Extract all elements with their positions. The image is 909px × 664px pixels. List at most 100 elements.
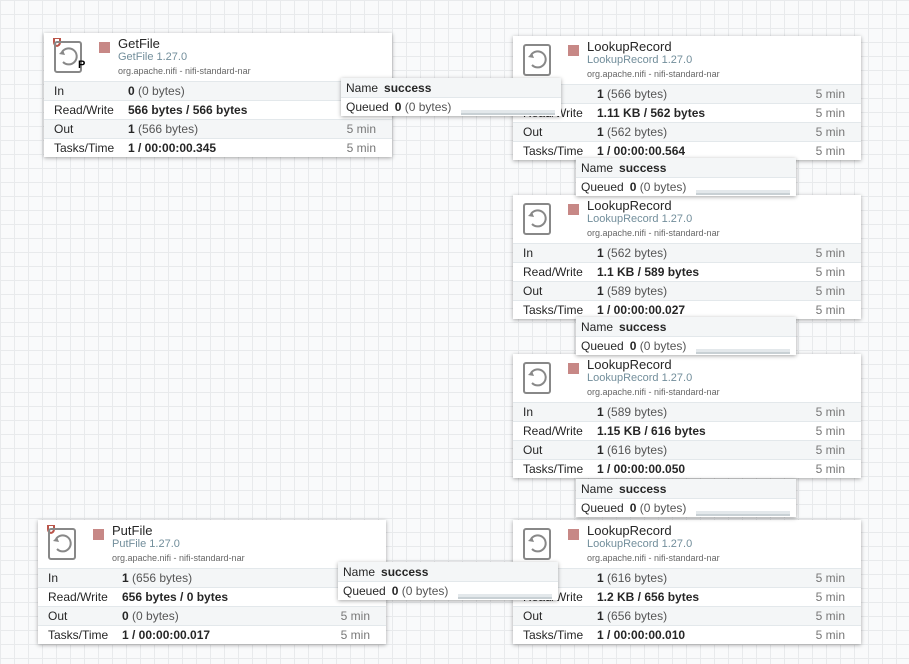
stat-row-out: Out 1 (616 bytes) 5 min bbox=[513, 440, 861, 459]
processor-header: PutFile PutFile 1.27.0 org.apache.nifi -… bbox=[38, 520, 386, 568]
processor-bundle: org.apache.nifi - nifi-standard-nar bbox=[587, 387, 720, 397]
stat-time: 5 min bbox=[815, 144, 845, 158]
processor-type: LookupRecord 1.27.0 bbox=[587, 538, 693, 550]
stat-label: Tasks/Time bbox=[48, 628, 109, 642]
processor-name: LookupRecord bbox=[587, 198, 672, 213]
stat-row-tasks-time: Tasks/Time 1 / 00:00:00.010 5 min bbox=[513, 625, 861, 644]
stat-time: 5 min bbox=[815, 125, 845, 139]
stat-time: 5 min bbox=[346, 141, 376, 155]
stat-value: 1 (566 bytes) bbox=[597, 87, 668, 101]
stat-time: 5 min bbox=[815, 571, 845, 585]
stat-row-in: In 1 (566 bytes) 5 min bbox=[513, 84, 861, 103]
connection-lookup3-to-lookup4[interactable]: Name success Queued 0 (0 bytes) bbox=[576, 479, 796, 517]
queue-size-bar bbox=[696, 514, 790, 516]
stat-row-tasks-time: Tasks/Time 1 / 00:00:00.050 5 min bbox=[513, 459, 861, 478]
processor-getfile[interactable]: P GetFile GetFile 1.27.0 org.apache.nifi… bbox=[44, 33, 392, 157]
stat-time: 5 min bbox=[815, 246, 845, 260]
processor-type: GetFile 1.27.0 bbox=[118, 51, 188, 63]
queue-size-bar bbox=[461, 113, 555, 115]
stat-row-read-write: Read/Write 566 bytes / 566 bytes bbox=[44, 100, 392, 119]
stat-value: 1 / 00:00:00.345 bbox=[128, 141, 217, 155]
stat-label: Out bbox=[523, 284, 543, 298]
stat-value: 1.2 KB / 656 bytes bbox=[597, 590, 700, 604]
processor-lookuprecord-3[interactable]: LookupRecord LookupRecord 1.27.0 org.apa… bbox=[513, 354, 861, 478]
stat-time: 5 min bbox=[815, 106, 845, 120]
stat-label: Read/Write bbox=[48, 590, 108, 604]
stat-label: Tasks/Time bbox=[523, 628, 584, 642]
connection-queued: Queued 0 (0 bytes) bbox=[581, 339, 687, 353]
stat-row-read-write: Read/Write 1.11 KB / 562 bytes 5 min bbox=[513, 103, 861, 122]
stat-value: 1.1 KB / 589 bytes bbox=[597, 265, 700, 279]
stat-label: Out bbox=[523, 443, 543, 457]
connection-queued: Queued 0 (0 bytes) bbox=[581, 180, 687, 194]
processor-icon bbox=[523, 528, 551, 560]
stat-value: 1 / 00:00:00.017 bbox=[122, 628, 211, 642]
processor-lookuprecord-2[interactable]: LookupRecord LookupRecord 1.27.0 org.apa… bbox=[513, 195, 861, 319]
stat-time: 5 min bbox=[340, 609, 370, 623]
processor-type: PutFile 1.27.0 bbox=[112, 538, 180, 550]
processor-name: GetFile bbox=[118, 36, 160, 51]
processor-header: LookupRecord LookupRecord 1.27.0 org.apa… bbox=[513, 520, 861, 568]
stat-time: 5 min bbox=[815, 628, 845, 642]
processor-type: LookupRecord 1.27.0 bbox=[587, 213, 693, 225]
stat-value: 1.15 KB / 616 bytes bbox=[597, 424, 706, 438]
connection-lookup2-to-lookup3[interactable]: Name success Queued 0 (0 bytes) bbox=[576, 317, 796, 355]
stat-time: 5 min bbox=[815, 303, 845, 317]
processor-icon bbox=[48, 528, 76, 560]
stat-row-out: Out 0 (0 bytes) 5 min bbox=[38, 606, 386, 625]
processor-header: LookupRecord LookupRecord 1.27.0 org.apa… bbox=[513, 195, 861, 243]
queue-size-bar bbox=[696, 193, 790, 195]
stat-value: 1 / 00:00:00.010 bbox=[597, 628, 686, 642]
stopped-status-icon[interactable] bbox=[99, 42, 110, 53]
stat-row-out: Out 1 (656 bytes) 5 min bbox=[513, 606, 861, 625]
stat-label: Out bbox=[523, 609, 543, 623]
processor-header: LookupRecord LookupRecord 1.27.0 org.apa… bbox=[513, 354, 861, 402]
processor-lookuprecord-1[interactable]: LookupRecord LookupRecord 1.27.0 org.apa… bbox=[513, 36, 861, 160]
stat-value: 1 (562 bytes) bbox=[597, 246, 668, 260]
stat-label: In bbox=[523, 246, 534, 260]
stat-row-in: In 0 (0 bytes) bbox=[44, 81, 392, 100]
stopped-status-icon[interactable] bbox=[93, 529, 104, 540]
stopped-status-icon[interactable] bbox=[568, 45, 579, 56]
stat-row-in: In 1 (656 bytes) bbox=[38, 568, 386, 587]
stat-row-read-write: Read/Write 1.2 KB / 656 bytes 5 min bbox=[513, 587, 861, 606]
connection-getfile-to-lookup1[interactable]: Name success Queued 0 (0 bytes) bbox=[341, 78, 561, 116]
stat-time: 5 min bbox=[815, 87, 845, 101]
connection-name: Name success bbox=[581, 320, 667, 334]
processor-name: PutFile bbox=[112, 523, 153, 538]
stat-value: 1 (589 bytes) bbox=[597, 284, 668, 298]
stat-time: 5 min bbox=[815, 405, 845, 419]
connection-lookup4-to-putfile[interactable]: Name success Queued 0 (0 bytes) bbox=[338, 562, 558, 600]
processor-putfile[interactable]: PutFile PutFile 1.27.0 org.apache.nifi -… bbox=[38, 520, 386, 644]
stat-time: 5 min bbox=[815, 284, 845, 298]
stat-label: Tasks/Time bbox=[54, 141, 115, 155]
queue-size-bar bbox=[458, 597, 552, 599]
connection-name: Name success bbox=[343, 565, 429, 579]
stat-value: 566 bytes / 566 bytes bbox=[128, 103, 248, 117]
stat-label: Read/Write bbox=[523, 265, 583, 279]
stat-label: Tasks/Time bbox=[523, 303, 584, 317]
stopped-status-icon[interactable] bbox=[568, 363, 579, 374]
processor-lookuprecord-4[interactable]: LookupRecord LookupRecord 1.27.0 org.apa… bbox=[513, 520, 861, 644]
stat-time: 5 min bbox=[815, 609, 845, 623]
stopped-status-icon[interactable] bbox=[568, 529, 579, 540]
connection-queued: Queued 0 (0 bytes) bbox=[343, 584, 449, 598]
stat-value: 1 (616 bytes) bbox=[597, 571, 668, 585]
stat-value: 656 bytes / 0 bytes bbox=[122, 590, 229, 604]
stat-row-read-write: Read/Write 1.15 KB / 616 bytes 5 min bbox=[513, 421, 861, 440]
connection-lookup1-to-lookup2[interactable]: Name success Queued 0 (0 bytes) bbox=[576, 158, 796, 196]
stat-label: In bbox=[523, 405, 534, 419]
stat-value: 1 (562 bytes) bbox=[597, 125, 668, 139]
connection-name: Name success bbox=[346, 81, 432, 95]
processor-bundle: org.apache.nifi - nifi-standard-nar bbox=[587, 228, 720, 238]
stat-label: Tasks/Time bbox=[523, 144, 584, 158]
stat-label: Out bbox=[48, 609, 68, 623]
processor-bundle: org.apache.nifi - nifi-standard-nar bbox=[587, 553, 720, 563]
stat-value: 1 (656 bytes) bbox=[597, 609, 668, 623]
connection-queued: Queued 0 (0 bytes) bbox=[346, 100, 452, 114]
stat-label: Read/Write bbox=[523, 424, 583, 438]
connection-name: Name success bbox=[581, 482, 667, 496]
stat-value: 1.11 KB / 562 bytes bbox=[597, 106, 706, 120]
processor-bundle: org.apache.nifi - nifi-standard-nar bbox=[587, 69, 720, 79]
stopped-status-icon[interactable] bbox=[568, 204, 579, 215]
